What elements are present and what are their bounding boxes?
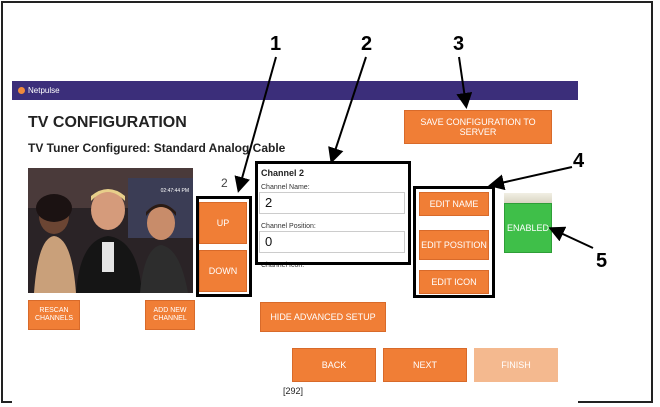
callout-number-2: 2	[361, 33, 373, 55]
callout-number-5: 5	[596, 250, 608, 272]
callout-number-3: 3	[453, 33, 465, 55]
callout-arrows	[234, 56, 594, 249]
callout-number-1: 1	[270, 33, 282, 55]
callout-number-4: 4	[573, 150, 585, 172]
